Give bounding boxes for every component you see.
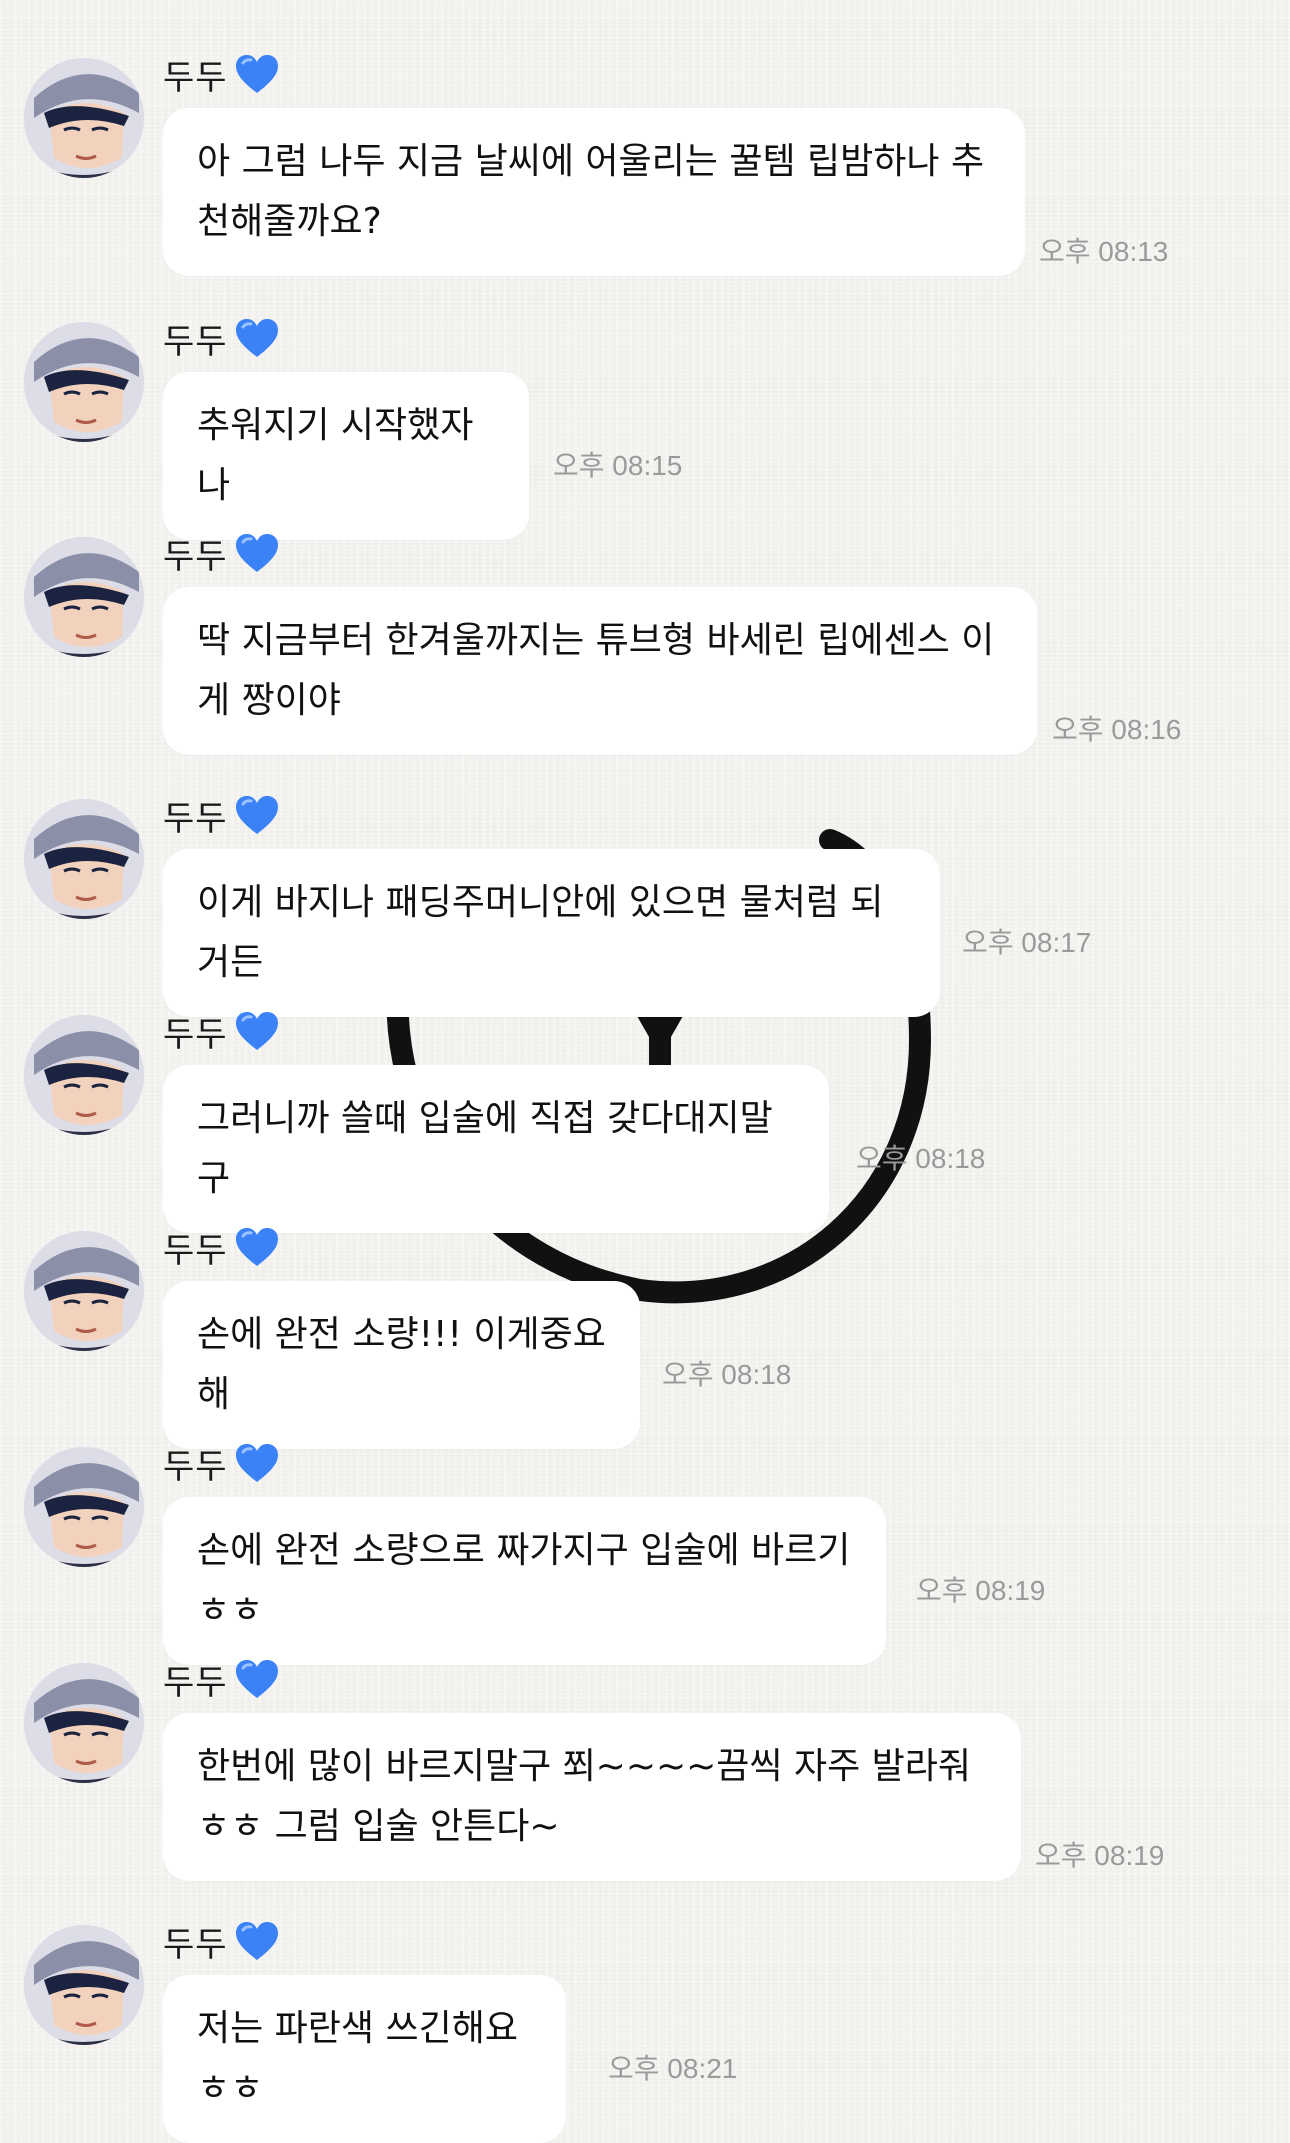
message-time: 오후 08:19 xyxy=(916,1575,1046,1606)
sender-name: 두두 xyxy=(163,798,228,839)
sender-name: 두두 xyxy=(163,1014,228,1055)
message-bubble[interactable]: 이게 바지나 패딩주머니안에 있으면 물처럼 되거든 xyxy=(163,849,940,1017)
sender-label: 두두 xyxy=(163,789,280,841)
avatar-portrait-icon xyxy=(24,58,144,178)
avatar[interactable] xyxy=(24,322,144,442)
sender-name: 두두 xyxy=(163,536,228,577)
message-bubble[interactable]: 손에 완전 소량으로 짜가지구 입술에 바르기ㅎㅎ xyxy=(163,1497,886,1665)
sender-label: 두두 xyxy=(163,1437,280,1489)
blue-heart-icon xyxy=(235,1012,278,1050)
avatar-portrait-icon xyxy=(24,537,144,657)
message-time: 오후 08:16 xyxy=(1052,714,1182,745)
message-text: 한번에 많이 바르지말구 쬐~~~~끔씩 자주 발라줘ㅎㅎ 그럼 입술 안튼다~ xyxy=(197,1746,972,1847)
avatar-portrait-icon xyxy=(24,1663,144,1783)
sender-label: 두두 xyxy=(163,1653,280,1705)
avatar[interactable] xyxy=(24,58,144,178)
sender-name: 두두 xyxy=(163,1446,228,1487)
sender-label: 두두 xyxy=(163,1915,280,1967)
blue-heart-icon xyxy=(235,1228,278,1266)
avatar-portrait-icon xyxy=(24,1447,144,1567)
sender-name: 두두 xyxy=(163,1662,228,1703)
avatar[interactable] xyxy=(24,1015,144,1135)
avatar-portrait-icon xyxy=(24,1925,144,2045)
blue-heart-icon xyxy=(235,55,278,93)
message-time: 오후 08:15 xyxy=(553,450,683,481)
blue-heart-icon xyxy=(235,1660,278,1698)
avatar[interactable] xyxy=(24,1663,144,1783)
avatar[interactable] xyxy=(24,537,144,657)
sender-name: 두두 xyxy=(163,1924,228,1965)
avatar[interactable] xyxy=(24,799,144,919)
sender-name: 두두 xyxy=(163,321,228,362)
chat-list: 두두 아 그럼 나두 지금 날씨에 어울리는 꿀템 립밤하나 추천해줄까요? 오… xyxy=(0,0,1290,2143)
sender-name: 두두 xyxy=(163,57,228,98)
sender-label: 두두 xyxy=(163,48,280,100)
message-bubble[interactable]: 한번에 많이 바르지말구 쬐~~~~끔씩 자주 발라줘ㅎㅎ 그럼 입술 안튼다~ xyxy=(163,1713,1021,1881)
message-bubble[interactable]: 그러니까 쓸때 입술에 직접 갖다대지말구 xyxy=(163,1065,829,1233)
avatar-portrait-icon xyxy=(24,322,144,442)
message-time: 오후 08:19 xyxy=(1035,1840,1165,1871)
message-text: 이게 바지나 패딩주머니안에 있으면 물처럼 되거든 xyxy=(197,882,884,983)
message-text: 딱 지금부터 한겨울까지는 튜브형 바세린 립에센스 이게 짱이야 xyxy=(197,620,995,721)
message-time: 오후 08:18 xyxy=(662,1359,792,1390)
message-text: 저는 파란색 쓰긴해요ㅎㅎ xyxy=(197,2008,518,2109)
message-time: 오후 08:18 xyxy=(856,1143,986,1174)
message-bubble[interactable]: 손에 완전 소량!!! 이게중요해 xyxy=(163,1281,640,1449)
message-time: 오후 08:21 xyxy=(608,2053,738,2084)
sender-name: 두두 xyxy=(163,1230,228,1271)
message-bubble[interactable]: 저는 파란색 쓰긴해요ㅎㅎ xyxy=(163,1975,566,2143)
sender-label: 두두 xyxy=(163,1005,280,1057)
message-text: 그러니까 쓸때 입술에 직접 갖다대지말구 xyxy=(197,1098,773,1199)
blue-heart-icon xyxy=(235,319,278,357)
blue-heart-icon xyxy=(235,1922,278,1960)
blue-heart-icon xyxy=(235,796,278,834)
message-text: 손에 완전 소량으로 짜가지구 입술에 바르기ㅎㅎ xyxy=(197,1530,851,1631)
message-time: 오후 08:17 xyxy=(962,927,1092,958)
avatar[interactable] xyxy=(24,1925,144,2045)
message-time: 오후 08:13 xyxy=(1039,236,1169,267)
message-bubble[interactable]: 추워지기 시작했자나 xyxy=(163,372,529,540)
blue-heart-icon xyxy=(235,1444,278,1482)
message-text: 추워지기 시작했자나 xyxy=(197,405,474,506)
sender-label: 두두 xyxy=(163,1221,280,1273)
avatar[interactable] xyxy=(24,1231,144,1351)
message-text: 손에 완전 소량!!! 이게중요해 xyxy=(197,1314,606,1415)
avatar-portrait-icon xyxy=(24,799,144,919)
message-bubble[interactable]: 아 그럼 나두 지금 날씨에 어울리는 꿀템 립밤하나 추천해줄까요? xyxy=(163,108,1025,276)
message-bubble[interactable]: 딱 지금부터 한겨울까지는 튜브형 바세린 립에센스 이게 짱이야 xyxy=(163,587,1037,755)
sender-label: 두두 xyxy=(163,312,280,364)
avatar-portrait-icon xyxy=(24,1015,144,1135)
avatar-portrait-icon xyxy=(24,1231,144,1351)
sender-label: 두두 xyxy=(163,527,280,579)
blue-heart-icon xyxy=(235,534,278,572)
avatar[interactable] xyxy=(24,1447,144,1567)
message-text: 아 그럼 나두 지금 날씨에 어울리는 꿀템 립밤하나 추천해줄까요? xyxy=(197,141,985,242)
